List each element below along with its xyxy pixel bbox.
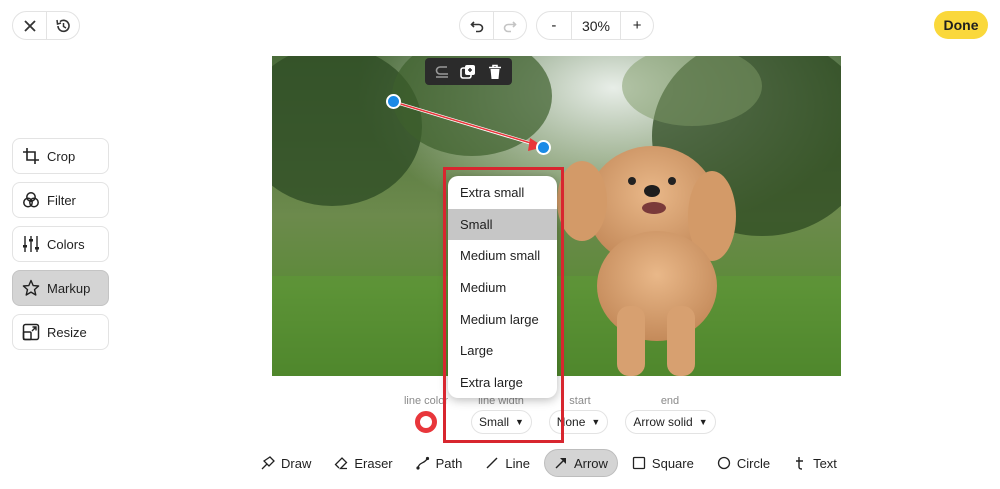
resize-icon [22, 323, 40, 341]
zoom-in-button[interactable]: + [620, 12, 653, 39]
sidebar-item-filter[interactable]: Filter [12, 182, 109, 218]
markup-tool-label: Eraser [354, 455, 393, 471]
sidebar-item-resize[interactable]: Resize [12, 314, 109, 350]
markup-tool-label: Circle [736, 455, 771, 471]
sidebar-item-colors[interactable]: Colors [12, 226, 109, 262]
undo-icon[interactable] [460, 12, 493, 39]
end-select[interactable]: Arrow solid ▼ [625, 410, 716, 434]
highlight-box [443, 167, 564, 443]
zoom-level: 30% [570, 12, 621, 39]
zoom-controls: - 30% + [536, 11, 654, 40]
top-left-controls [12, 11, 80, 40]
markup-tool-label: Square [651, 455, 694, 471]
markup-tool-circle[interactable]: Circle [708, 449, 779, 477]
markup-tool-label: Text [813, 455, 837, 471]
sidebar-item-label: Resize [47, 324, 87, 340]
markup-tool-label: Line [505, 455, 530, 471]
sidebar-item-label: Filter [47, 192, 76, 208]
duplicate-icon[interactable] [459, 63, 477, 81]
circle-icon [717, 456, 731, 470]
arrow-start-handle[interactable] [386, 94, 401, 109]
star-icon [22, 279, 40, 297]
zoom-out-button[interactable]: - [537, 12, 571, 39]
sidebar-item-label: Crop [47, 148, 76, 164]
path-icon [416, 456, 430, 470]
markup-tool-label: Path [435, 455, 463, 471]
redo-icon[interactable] [493, 12, 526, 39]
eraser-icon [334, 456, 348, 470]
markup-tool-square[interactable]: Square [623, 449, 703, 477]
end-label: end [660, 395, 680, 407]
history-icon[interactable] [46, 12, 79, 39]
sidebar-item-label: Markup [47, 280, 91, 296]
sliders-icon [22, 235, 40, 253]
crop-icon [22, 147, 40, 165]
sidebar-item-crop[interactable]: Crop [12, 138, 109, 174]
markup-tool-label: Arrow [573, 455, 608, 471]
trash-icon[interactable] [486, 63, 504, 81]
sidebar-item-markup[interactable]: Markup [12, 270, 109, 306]
markup-tool-draw[interactable]: Draw [252, 449, 320, 477]
markup-tool-text[interactable]: Text [784, 449, 846, 477]
arrow-end-handle[interactable] [536, 140, 551, 155]
tool-sidebar: Crop Filter Colors Markup Resize [12, 138, 109, 358]
end-value: Arrow solid [633, 415, 693, 429]
caret-down-icon: ▼ [698, 417, 708, 427]
markup-tool-path[interactable]: Path [407, 449, 472, 477]
reply-icon[interactable] [433, 63, 451, 81]
filter-icon [22, 191, 40, 209]
object-toolbar [425, 58, 512, 85]
markup-tool-eraser[interactable]: Eraser [325, 449, 401, 477]
arrow-icon [554, 456, 568, 470]
markup-tool-label: Draw [281, 455, 312, 471]
markup-toolbar: Draw Eraser Path Line Arrow Square Circl… [252, 449, 851, 477]
caret-down-icon: ▼ [591, 417, 601, 427]
markup-tool-line[interactable]: Line [476, 449, 539, 477]
sidebar-item-label: Colors [47, 236, 85, 252]
markup-tool-arrow[interactable]: Arrow [543, 449, 618, 477]
close-icon[interactable] [13, 12, 46, 39]
draw-icon [261, 456, 275, 470]
line-color-swatch[interactable] [415, 411, 437, 433]
undo-redo-controls [459, 11, 527, 40]
line-icon [485, 456, 499, 470]
done-button[interactable]: Done [934, 11, 988, 39]
text-icon [793, 456, 807, 470]
square-icon [632, 456, 646, 470]
